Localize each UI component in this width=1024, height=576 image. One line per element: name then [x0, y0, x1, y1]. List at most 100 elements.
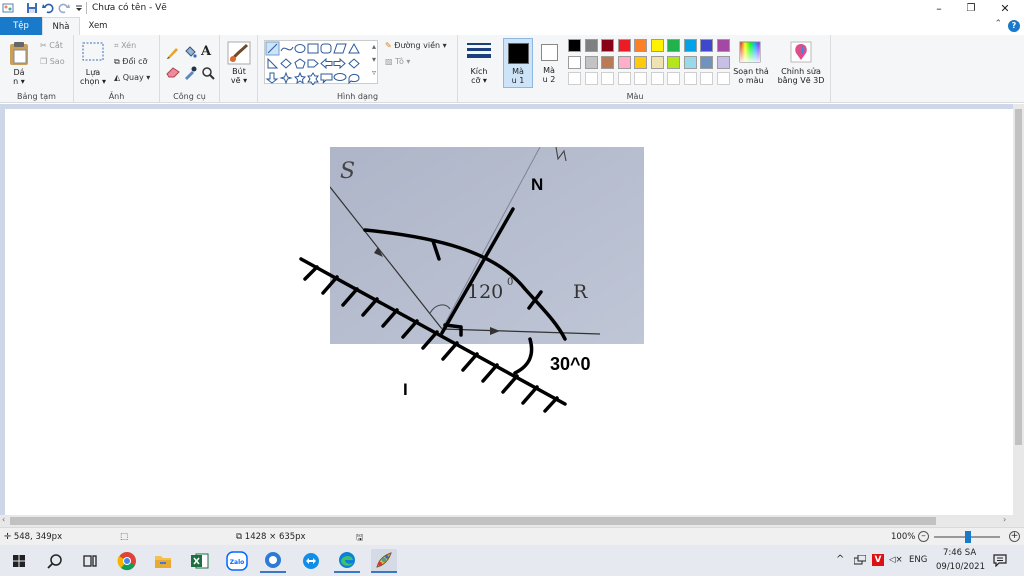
edit-colors-icon[interactable]	[739, 41, 761, 66]
size-label[interactable]: Kích cỡ ▾	[462, 67, 496, 85]
drawing-canvas[interactable]: S 120 0 R N 30^0 I	[5, 109, 1013, 515]
edit-colors-label[interactable]: Soạn thả o màu	[729, 67, 773, 85]
color-swatch[interactable]	[650, 72, 664, 85]
vertical-scroll-thumb[interactable]	[1015, 109, 1022, 445]
color-swatch[interactable]	[584, 55, 598, 69]
chrome-icon[interactable]	[114, 549, 140, 573]
tab-file[interactable]: Tệp	[0, 17, 42, 35]
color-swatch[interactable]	[667, 72, 680, 85]
zoom-out-icon[interactable]: –	[918, 531, 929, 542]
paint-taskbar-icon[interactable]	[371, 549, 397, 573]
color-swatch[interactable]	[650, 55, 664, 69]
teamviewer-icon[interactable]	[298, 549, 324, 573]
color-swatch[interactable]	[683, 55, 697, 69]
paint3d-label[interactable]: Chỉnh sửa bằng Vẽ 3D	[773, 67, 829, 85]
color-swatch[interactable]	[634, 72, 647, 85]
scroll-left-icon[interactable]: ‹	[2, 515, 5, 524]
help-icon[interactable]: ?	[1008, 20, 1020, 32]
color-swatch[interactable]	[716, 39, 730, 52]
color-swatch[interactable]	[683, 39, 697, 52]
outline-button[interactable]: ✎ Đường viền ▾	[385, 41, 447, 50]
minimize-button[interactable]: –	[922, 0, 956, 17]
shapes-more-icon[interactable]: ▿	[372, 68, 376, 77]
search-icon[interactable]	[42, 549, 68, 573]
color-swatch[interactable]	[634, 55, 647, 69]
zalo-icon[interactable]: Zalo	[224, 549, 250, 573]
select-label[interactable]: Lựa chọn ▾	[78, 68, 108, 86]
color-swatch[interactable]	[650, 39, 664, 52]
scroll-right-icon[interactable]: ›	[1003, 515, 1006, 524]
clock-time[interactable]: 7:46 SA	[943, 548, 976, 558]
copy-button[interactable]: ❐ Sao	[40, 57, 65, 66]
paint3d-icon[interactable]	[790, 41, 812, 66]
line-size-icon[interactable]	[467, 42, 491, 65]
shapes-scroll-down-icon[interactable]: ▾	[372, 55, 376, 64]
tab-view[interactable]: Xem	[80, 17, 116, 35]
color-swatch[interactable]	[700, 72, 713, 85]
network-icon[interactable]	[853, 554, 867, 569]
windows-start-icon[interactable]	[6, 549, 32, 573]
color2-button[interactable]: Mà u 2	[535, 38, 565, 88]
color-swatch[interactable]	[667, 39, 680, 52]
excel-icon[interactable]	[187, 549, 213, 573]
paint-app-icon[interactable]	[2, 2, 14, 14]
rotate-button[interactable]: ◭ Quay ▾	[114, 73, 150, 82]
color-swatch[interactable]	[683, 72, 697, 85]
color-swatch[interactable]	[584, 39, 598, 52]
color-swatch[interactable]	[617, 72, 631, 85]
color-swatch[interactable]	[617, 39, 631, 52]
color-swatch[interactable]	[700, 55, 713, 69]
brushes-label[interactable]: Bút vẽ ▾	[224, 67, 254, 85]
color-swatch[interactable]	[584, 72, 598, 85]
redo-icon[interactable]	[58, 2, 70, 14]
input-language[interactable]: ENG	[909, 555, 927, 565]
color-swatch[interactable]	[601, 72, 614, 85]
text-tool-icon[interactable]: A	[201, 44, 211, 59]
brush-icon[interactable]	[227, 41, 251, 68]
customize-quick-access-icon[interactable]	[73, 2, 85, 14]
pencil-icon[interactable]	[166, 45, 180, 62]
fill-bucket-icon[interactable]	[183, 45, 197, 62]
color-picker-icon[interactable]	[183, 66, 197, 83]
zoom-slider-thumb[interactable]	[965, 531, 971, 543]
edge-icon[interactable]	[334, 549, 360, 573]
tray-overflow-icon[interactable]: ^	[836, 554, 844, 565]
paste-button[interactable]	[8, 41, 30, 70]
eraser-icon[interactable]	[166, 66, 180, 81]
cut-button[interactable]: ✂ Cắt	[40, 41, 63, 50]
color1-button[interactable]: Mà u 1	[503, 38, 533, 88]
resize-button[interactable]: ⧉ Đổi cỡ	[114, 57, 147, 67]
color-swatch[interactable]	[568, 72, 581, 85]
paste-label[interactable]: Dá n ▾	[6, 68, 32, 86]
antivirus-icon[interactable]: V	[872, 554, 884, 566]
volume-muted-icon[interactable]: ◁×	[889, 555, 903, 565]
shapes-scroll-up-icon[interactable]: ▴	[372, 42, 376, 51]
color-swatch[interactable]	[716, 55, 730, 69]
color-swatch[interactable]	[601, 55, 614, 69]
color-swatch[interactable]	[667, 55, 680, 69]
maximize-button[interactable]: ❐	[954, 0, 988, 17]
color-swatch[interactable]	[634, 39, 647, 52]
color-swatch[interactable]	[716, 72, 730, 85]
color-swatch[interactable]	[700, 39, 713, 52]
shapes-gallery[interactable]	[264, 40, 378, 86]
magnifier-icon[interactable]	[201, 66, 215, 83]
select-button[interactable]	[82, 42, 104, 65]
fill-button[interactable]: ▨ Tô ▾	[385, 57, 410, 66]
task-view-icon[interactable]	[77, 549, 103, 573]
crop-button[interactable]: ⌗ Xén	[114, 41, 136, 51]
color-swatch[interactable]	[568, 39, 581, 52]
vertical-scrollbar[interactable]	[1013, 104, 1024, 515]
color-swatch[interactable]	[568, 55, 581, 69]
undo-icon[interactable]	[42, 2, 54, 14]
close-button[interactable]: ✕	[988, 0, 1022, 17]
notifications-icon[interactable]	[993, 554, 1007, 570]
color-swatch[interactable]	[601, 39, 614, 52]
clock-date[interactable]: 09/10/2021	[936, 562, 985, 572]
save-icon[interactable]	[26, 2, 38, 14]
horizontal-scroll-thumb[interactable]	[10, 517, 936, 525]
tab-home[interactable]: Nhà	[42, 17, 80, 35]
zoom-in-icon[interactable]: +	[1009, 531, 1020, 542]
horizontal-scrollbar[interactable]: ‹ ›	[0, 515, 1024, 527]
color-swatch[interactable]	[617, 55, 631, 69]
